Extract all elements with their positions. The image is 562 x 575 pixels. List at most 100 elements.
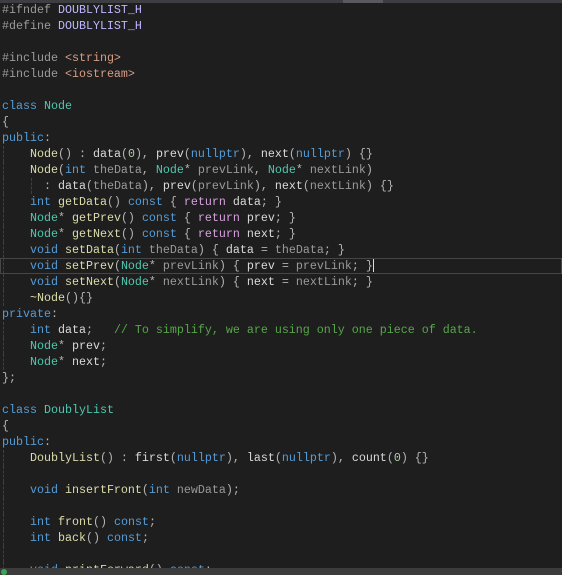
code-token-member: next xyxy=(71,355,100,369)
indent-guide xyxy=(31,178,32,194)
code-editor[interactable]: #ifndef DOUBLYLIST_H #define DOUBLYLIST_H… xyxy=(0,2,562,568)
code-token-pp: #include xyxy=(2,67,65,81)
code-line[interactable]: DoublyList() : first(nullptr), last(null… xyxy=(0,450,562,466)
code-token-ctl: return xyxy=(183,195,233,209)
code-token-kw: const xyxy=(127,195,163,209)
code-token-punc: ), xyxy=(239,147,261,161)
code-line[interactable]: void insertFront(int newData); xyxy=(0,482,562,498)
code-line[interactable]: #ifndef DOUBLYLIST_H xyxy=(0,2,562,18)
code-token-punc: { xyxy=(176,227,198,241)
code-line[interactable]: Node(int theData, Node* prevLink, Node* … xyxy=(0,162,562,178)
code-token-pp: #define xyxy=(2,19,58,33)
code-token-punc: ), xyxy=(253,179,275,193)
code-token-punc: ) {} xyxy=(344,147,373,161)
code-token-punc: ); xyxy=(225,483,240,497)
code-token-kw: void xyxy=(29,243,65,257)
text-caret xyxy=(372,258,374,272)
code-token-member: next xyxy=(246,275,275,289)
code-token-kw: void xyxy=(29,275,65,289)
code-line[interactable]: : data(theData), prev(prevLink), next(ne… xyxy=(0,178,562,194)
code-token-punc: * xyxy=(183,163,198,177)
code-line[interactable] xyxy=(0,498,562,514)
code-line[interactable]: private: xyxy=(0,306,562,322)
code-line[interactable]: int front() const; xyxy=(0,514,562,530)
code-token-kw: int xyxy=(64,163,93,177)
code-token-punc: ; } xyxy=(323,243,345,257)
code-line[interactable]: }; xyxy=(0,370,562,386)
code-token-punc: { xyxy=(176,211,198,225)
code-line[interactable]: Node* getNext() const { return next; } xyxy=(0,226,562,242)
code-token-punc: ( xyxy=(113,275,121,289)
code-line[interactable] xyxy=(0,546,562,562)
code-line[interactable]: class DoublyList xyxy=(0,402,562,418)
code-token-punc: ) { xyxy=(197,243,226,257)
code-token-fn: Node xyxy=(29,163,58,177)
indent-guide xyxy=(3,530,4,546)
code-line[interactable]: public: xyxy=(0,434,562,450)
code-token-punc: { xyxy=(2,115,9,129)
indent-guide xyxy=(3,338,4,354)
code-token-member: data xyxy=(57,323,86,337)
code-line[interactable]: int data; // To simplify, we are using o… xyxy=(0,322,562,338)
code-line[interactable] xyxy=(0,466,562,482)
code-token-cmt: // To simplify, we are using only one pi… xyxy=(113,323,478,337)
code-line[interactable]: int back() const; xyxy=(0,530,562,546)
code-line[interactable]: ~Node(){} xyxy=(0,290,562,306)
code-line[interactable]: #include <string> xyxy=(0,50,562,66)
code-token-kw: public xyxy=(2,435,44,449)
code-line[interactable] xyxy=(0,386,562,402)
code-line[interactable]: #include <iostream> xyxy=(0,66,562,82)
status-bar xyxy=(0,568,562,575)
code-token-member: prev xyxy=(155,147,184,161)
code-line[interactable]: void setNext(Node* nextLink) { next = ne… xyxy=(0,274,562,290)
code-token-fn: setPrev xyxy=(64,259,114,273)
code-token-punc: ), xyxy=(330,451,352,465)
code-token-kw: void xyxy=(29,483,65,497)
indent-guide xyxy=(3,210,4,226)
indent-guide xyxy=(3,290,4,306)
code-token-punc: ( xyxy=(169,451,177,465)
code-token-kw: nullptr xyxy=(190,147,240,161)
code-token-punc: * xyxy=(57,355,72,369)
code-token-punc: * xyxy=(57,339,72,353)
code-token-kw: nullptr xyxy=(281,451,331,465)
code-token-param: nextLink xyxy=(295,275,352,289)
code-token-punc: ( xyxy=(386,451,394,465)
code-token-type: Node xyxy=(29,211,58,225)
code-line[interactable] xyxy=(0,82,562,98)
code-token-punc: () : xyxy=(99,451,135,465)
code-token-member: count xyxy=(351,451,387,465)
code-line[interactable]: { xyxy=(0,418,562,434)
code-token-pp: #ifndef xyxy=(2,3,58,17)
code-token-punc: ; xyxy=(148,515,156,529)
code-token-param: nextLink xyxy=(309,179,366,193)
code-token-punc: }; xyxy=(2,371,16,385)
code-line[interactable]: Node* next; xyxy=(0,354,562,370)
code-token-param: theData xyxy=(92,163,142,177)
code-token-punc: ( xyxy=(85,179,93,193)
code-line[interactable]: void setPrev(Node* prevLink) { prev = pr… xyxy=(0,258,562,274)
code-line[interactable]: void setData(int theData) { data = theDa… xyxy=(0,242,562,258)
code-line[interactable]: Node* prev; xyxy=(0,338,562,354)
code-token-fn: ~Node xyxy=(29,291,65,305)
code-line[interactable]: public: xyxy=(0,130,562,146)
code-line[interactable]: Node() : data(0), prev(nullptr), next(nu… xyxy=(0,146,562,162)
indent-guide xyxy=(3,258,4,274)
indent-guide xyxy=(3,226,4,242)
code-line[interactable]: { xyxy=(0,114,562,130)
code-line[interactable]: int getData() const { return data; } xyxy=(0,194,562,210)
code-line[interactable]: Node* getPrev() const { return prev; } xyxy=(0,210,562,226)
code-line[interactable] xyxy=(0,34,562,50)
code-line[interactable]: #define DOUBLYLIST_H xyxy=(0,18,562,34)
indent-guide xyxy=(3,450,4,466)
code-token-type: Node xyxy=(267,163,296,177)
code-token-punc: { xyxy=(2,419,9,433)
code-line[interactable]: class Node xyxy=(0,98,562,114)
code-token-kw: nullptr xyxy=(176,451,226,465)
